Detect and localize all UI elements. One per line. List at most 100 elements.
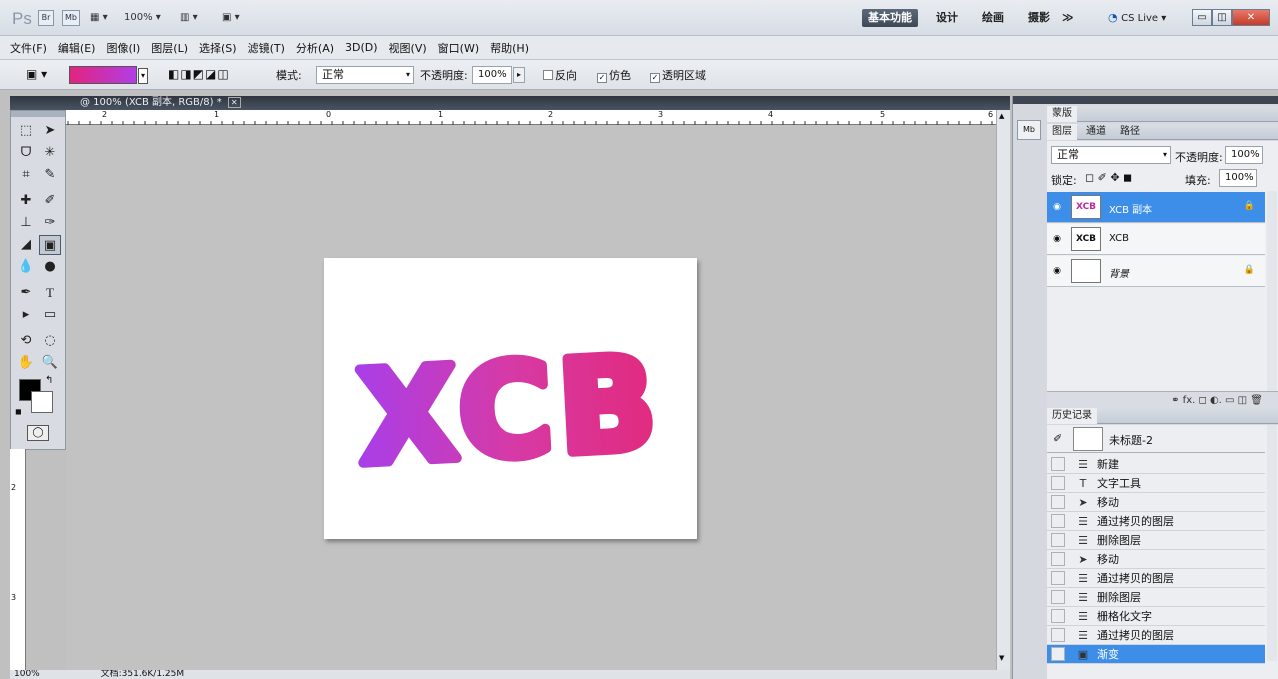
history-item[interactable]: ☰ 栅格化文字: [1047, 607, 1265, 626]
history-source-box[interactable]: [1051, 495, 1065, 509]
history-source-box[interactable]: [1051, 533, 1065, 547]
menu-select[interactable]: 选择(S): [199, 40, 237, 56]
history-source-box[interactable]: [1051, 590, 1065, 604]
restore-button[interactable]: ◫: [1212, 9, 1232, 26]
pen-tool-icon[interactable]: ✒: [15, 283, 37, 303]
screen-mode-icon[interactable]: ▣ ▾: [222, 12, 240, 23]
gradient-tool-icon[interactable]: ▣: [39, 235, 61, 255]
opacity-slider-button[interactable]: ▸: [513, 67, 525, 83]
panel-dock-header[interactable]: [1013, 96, 1278, 104]
3d-orbit-tool-icon[interactable]: ◌: [39, 331, 61, 351]
menu-analysis[interactable]: 分析(A): [296, 40, 334, 56]
workspace-painting[interactable]: 绘画: [976, 9, 1010, 27]
layer-row-xcb-copy[interactable]: ◉ XCB XCB 副本 🔒: [1047, 192, 1265, 223]
workspace-design[interactable]: 设计: [930, 9, 964, 27]
layer-name[interactable]: XCB 副本: [1109, 201, 1152, 216]
history-source-box[interactable]: [1051, 514, 1065, 528]
lock-options-icons[interactable]: ◻ ✐ ✥ ◼: [1085, 171, 1132, 184]
history-source-box[interactable]: [1051, 476, 1065, 490]
canvas-vertical-scrollbar[interactable]: ▲ ▼: [996, 110, 1010, 670]
workspace-photography[interactable]: 摄影: [1022, 9, 1056, 27]
blend-mode-select[interactable]: 正常 ▾: [1051, 146, 1171, 164]
tool-preset-picker[interactable]: ▣ ▾: [26, 67, 47, 81]
scroll-up-icon[interactable]: ▲: [999, 112, 1004, 120]
tab-channels[interactable]: 通道: [1081, 124, 1111, 140]
history-source-box[interactable]: [1051, 552, 1065, 566]
clone-stamp-tool-icon[interactable]: ⊥: [15, 213, 37, 233]
toolbox-grip[interactable]: [11, 111, 65, 117]
close-document-icon[interactable]: ✕: [227, 97, 241, 108]
visibility-eye-icon[interactable]: ◉: [1050, 264, 1064, 278]
zoom-level-dropdown[interactable]: 100% ▾: [124, 12, 161, 23]
gradient-type-buttons[interactable]: ◧◨◩◪◫: [168, 67, 230, 81]
shape-tool-icon[interactable]: ▭: [39, 305, 61, 325]
history-item[interactable]: ☰ 新建: [1047, 455, 1265, 474]
history-source-box[interactable]: [1051, 628, 1065, 642]
layers-scrollbar[interactable]: [1267, 191, 1277, 391]
type-tool-icon[interactable]: T: [39, 283, 61, 303]
tab-mask[interactable]: 蒙版: [1047, 106, 1077, 122]
menu-filter[interactable]: 滤镜(T): [248, 40, 285, 56]
history-source-box[interactable]: [1051, 609, 1065, 623]
menu-help[interactable]: 帮助(H): [490, 40, 529, 56]
document-tab[interactable]: @ 100% (XCB 副本, RGB/8) * ✕: [10, 96, 1010, 110]
dither-checkbox[interactable]: ✓ 仿色: [597, 67, 631, 83]
cs-live-button[interactable]: ◔ CS Live ▾: [1108, 11, 1166, 24]
brush-source-icon[interactable]: ✐: [1053, 432, 1062, 445]
more-workspaces-icon[interactable]: ≫: [1056, 9, 1080, 27]
menu-image[interactable]: 图像(I): [106, 40, 140, 56]
background-color-swatch[interactable]: [31, 391, 53, 413]
view-extras-icon[interactable]: ▦ ▾: [90, 12, 108, 23]
scroll-down-icon[interactable]: ▼: [999, 654, 1004, 662]
history-source-box[interactable]: [1051, 457, 1065, 471]
marquee-tool-icon[interactable]: ⬚: [15, 121, 37, 141]
tab-paths[interactable]: 路径: [1115, 124, 1145, 140]
bridge-icon[interactable]: Br: [38, 10, 54, 26]
menu-3d[interactable]: 3D(D): [345, 41, 378, 54]
history-item[interactable]: ▣ 渐变: [1047, 645, 1265, 664]
layer-name[interactable]: 背景: [1109, 265, 1129, 280]
reverse-checkbox[interactable]: 反向: [543, 67, 577, 83]
eraser-tool-icon[interactable]: ◢: [15, 235, 37, 255]
layer-name[interactable]: XCB: [1109, 233, 1129, 244]
healing-brush-tool-icon[interactable]: ✚: [15, 191, 37, 211]
tab-history[interactable]: 历史记录: [1047, 408, 1097, 424]
status-doc-info[interactable]: 文档:351.6K/1.25M: [101, 670, 185, 679]
history-item[interactable]: ☰ 删除图层: [1047, 531, 1265, 550]
mode-select[interactable]: 正常 ▾: [316, 66, 414, 84]
history-item[interactable]: ☰ 通过拷贝的图层: [1047, 569, 1265, 588]
crop-tool-icon[interactable]: ⌗: [15, 165, 37, 185]
history-brush-tool-icon[interactable]: ✑: [39, 213, 61, 233]
brush-tool-icon[interactable]: ✐: [39, 191, 61, 211]
quick-mask-icon[interactable]: ◯: [27, 425, 49, 441]
opacity-input[interactable]: 100%: [472, 66, 512, 84]
menu-view[interactable]: 视图(V): [389, 40, 427, 56]
eyedropper-tool-icon[interactable]: ✎: [39, 165, 61, 185]
history-scrollbar[interactable]: [1267, 425, 1277, 661]
hand-tool-icon[interactable]: ✋: [15, 353, 37, 373]
visibility-eye-icon[interactable]: ◉: [1050, 232, 1064, 246]
menu-edit[interactable]: 编辑(E): [58, 40, 96, 56]
history-item[interactable]: ➤ 移动: [1047, 550, 1265, 569]
document-canvas[interactable]: XCB: [324, 258, 697, 539]
history-source-box[interactable]: [1051, 571, 1065, 585]
move-tool-icon[interactable]: ➤: [39, 121, 61, 141]
swap-colors-icon[interactable]: ↰: [45, 375, 53, 386]
layer-opacity-input[interactable]: 100%: [1225, 146, 1263, 164]
history-item[interactable]: ☰ 通过拷贝的图层: [1047, 512, 1265, 531]
3d-rotate-tool-icon[interactable]: ⟲: [15, 331, 37, 351]
visibility-eye-icon[interactable]: ◉: [1050, 200, 1064, 214]
zoom-tool-icon[interactable]: 🔍: [39, 353, 61, 373]
default-colors-icon[interactable]: ◼: [15, 407, 22, 416]
menu-file[interactable]: 文件(F): [10, 40, 47, 56]
minibridge-icon[interactable]: Mb: [62, 10, 80, 26]
lasso-tool-icon[interactable]: ᗜ: [15, 143, 37, 163]
magic-wand-tool-icon[interactable]: ✳: [39, 143, 61, 163]
arrange-documents-icon[interactable]: ▥ ▾: [180, 12, 198, 23]
transparency-checkbox[interactable]: ✓ 透明区域: [650, 67, 706, 83]
blur-tool-icon[interactable]: 💧: [15, 257, 37, 277]
gradient-picker-arrow[interactable]: ▾: [138, 68, 148, 84]
fill-input[interactable]: 100%: [1219, 169, 1257, 187]
canvas-area[interactable]: XCB: [66, 125, 996, 670]
history-snapshot[interactable]: ✐ 未标题-2: [1047, 425, 1265, 453]
